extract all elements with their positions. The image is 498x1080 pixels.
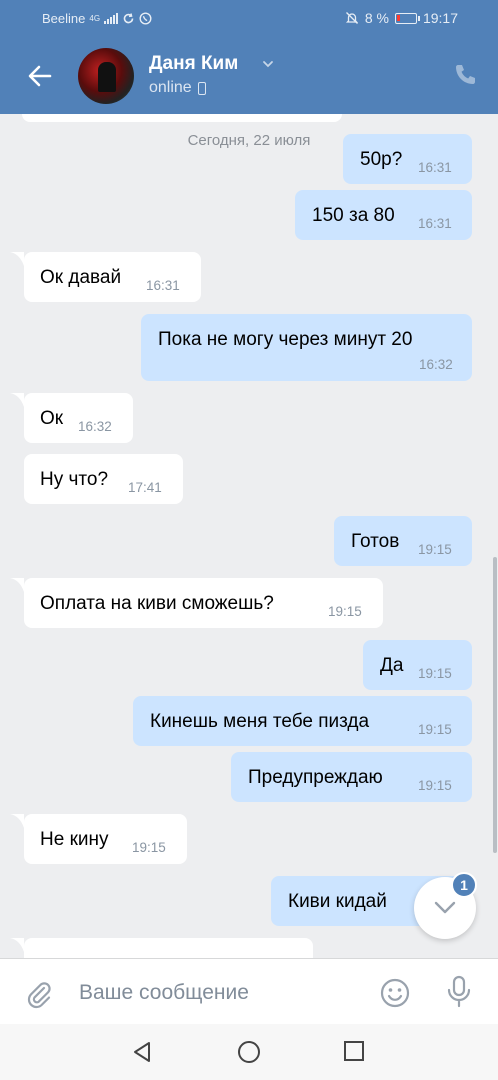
smile-icon[interactable]: [379, 977, 411, 1009]
paperclip-icon[interactable]: [24, 979, 54, 1009]
mobile-device-icon: [197, 81, 206, 95]
message-bubble-outgoing[interactable]: Пока не могу через минут 20 16:32: [141, 314, 472, 381]
message-bubble-outgoing[interactable]: 50р? 16:31: [343, 134, 472, 184]
message-text: Ну что?: [40, 469, 109, 490]
network-label: 4G: [89, 14, 101, 23]
recents-square-icon[interactable]: [343, 1040, 365, 1062]
status-bar: Beeline 4G 8 % 19:17: [0, 0, 498, 38]
message-time: 16:31: [418, 216, 452, 231]
message-bubble-outgoing[interactable]: Кинешь меня тебе пизда 19:15: [133, 696, 472, 746]
message-time: 16:31: [146, 278, 180, 293]
message-text: Кинешь меня тебе пизда: [150, 711, 370, 732]
message-text: 50р?: [360, 149, 403, 170]
message-bubble-incoming[interactable]: Ок давай 16:31: [24, 252, 201, 302]
message-time: 16:31: [418, 160, 452, 175]
microphone-icon[interactable]: [446, 975, 472, 1009]
message-time: 17:41: [128, 480, 162, 495]
presence-label: online: [149, 79, 192, 96]
message-time: 16:32: [78, 419, 112, 434]
bubble-tail: [10, 578, 24, 592]
viber-icon: [139, 12, 152, 25]
message-time: 16:32: [419, 357, 453, 372]
message-text: Ок давай: [40, 267, 122, 288]
chevron-down-icon[interactable]: [262, 58, 274, 70]
message-text: 150 за 80: [312, 205, 395, 226]
clock: 19:17: [422, 10, 458, 26]
phone-icon[interactable]: [452, 62, 478, 88]
unread-badge: 1: [451, 872, 477, 898]
battery-icon: [394, 12, 420, 24]
back-triangle-icon[interactable]: [130, 1040, 154, 1064]
message-time: 19:15: [418, 722, 452, 737]
message-time: 19:15: [132, 840, 166, 855]
bubble-tail: [10, 814, 24, 828]
home-circle-icon[interactable]: [237, 1040, 261, 1064]
scrollbar-thumb[interactable]: [493, 557, 497, 853]
system-nav-bar: [0, 1024, 498, 1080]
battery-percent: 8 %: [364, 10, 389, 26]
bubble-tail: [10, 938, 24, 952]
top-bar: Beeline 4G 8 % 19:17 Даня Ким online: [0, 0, 498, 114]
message-time: 19:15: [418, 666, 452, 681]
message-bubble-outgoing[interactable]: Предупреждаю 19:15: [231, 752, 472, 802]
message-bubble-partial-bottom: [24, 938, 313, 958]
carrier-label: Beeline: [42, 11, 86, 26]
bubble-tail: [10, 252, 24, 266]
message-text: Готов: [351, 531, 400, 552]
contact-name[interactable]: Даня Ким: [149, 53, 238, 75]
message-time: 19:15: [418, 778, 452, 793]
chevron-down-icon: [434, 901, 456, 914]
message-text: Ок: [40, 408, 64, 429]
message-time: 19:15: [328, 604, 362, 619]
message-composer: Ваше сообщение: [0, 958, 498, 1024]
presence-status: online: [149, 79, 206, 97]
message-bubble-incoming[interactable]: Не кину 19:15: [24, 814, 187, 864]
message-input[interactable]: Ваше сообщение: [79, 981, 249, 1005]
message-text: Не кину: [40, 829, 109, 850]
message-bubble-partial-top: [22, 114, 342, 122]
message-bubble-incoming[interactable]: Ну что? 17:41: [24, 454, 183, 504]
message-text: Пока не могу через минут 20: [158, 329, 413, 350]
message-text: Да: [380, 655, 404, 676]
message-text: Оплата на киви сможешь?: [40, 593, 274, 614]
message-bubble-outgoing[interactable]: 150 за 80 16:31: [295, 190, 472, 240]
message-text: Предупреждаю: [248, 767, 383, 788]
message-bubble-incoming[interactable]: Оплата на киви сможешь? 19:15: [24, 578, 383, 628]
mute-bell-icon: [345, 12, 358, 24]
message-bubble-outgoing[interactable]: Да 19:15: [363, 640, 472, 690]
message-time: 19:15: [418, 542, 452, 557]
message-text: Киви кидай: [288, 891, 387, 912]
message-bubble-outgoing[interactable]: Готов 19:15: [334, 516, 472, 566]
message-list[interactable]: Сегодня, 22 июля 50р? 16:31 150 за 80 16…: [0, 114, 498, 958]
arrow-left-icon[interactable]: [26, 62, 54, 90]
avatar[interactable]: [78, 48, 134, 104]
message-bubble-incoming[interactable]: Ок 16:32: [24, 393, 133, 443]
bubble-tail: [10, 393, 24, 407]
sync-icon: [123, 13, 134, 24]
signal-icon: [104, 13, 119, 24]
